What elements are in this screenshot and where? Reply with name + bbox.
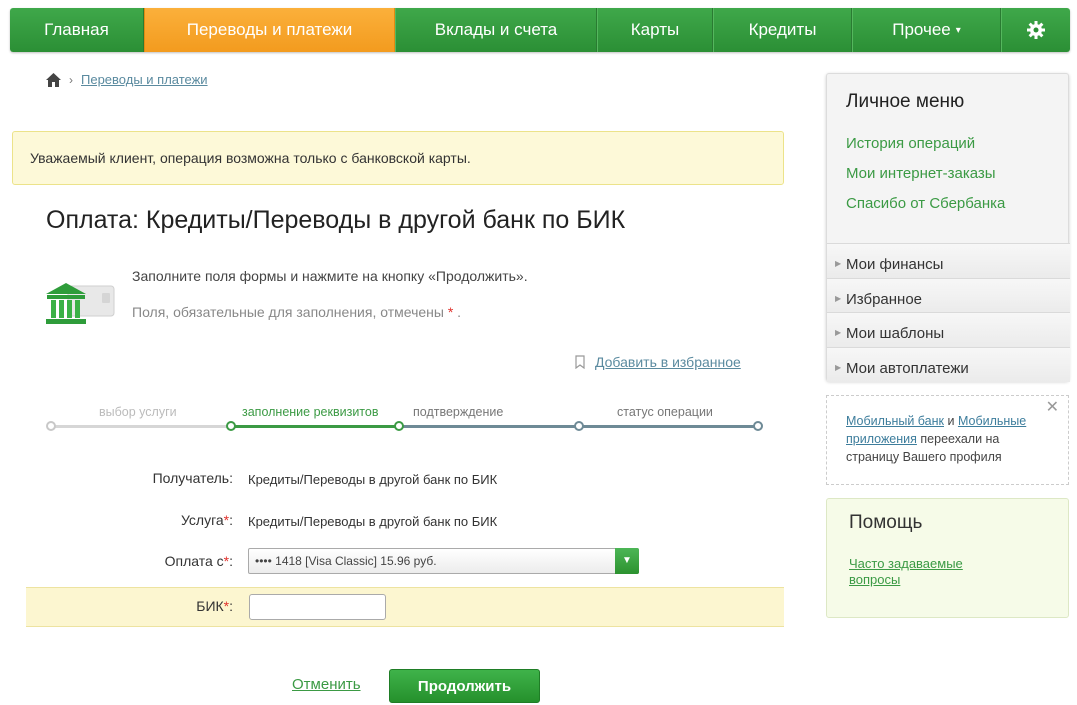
section-favorites[interactable]: ▶ Избранное: [827, 278, 1070, 313]
close-icon[interactable]: ✕: [1046, 399, 1059, 417]
chevron-down-icon: ▾: [955, 24, 961, 36]
pay-from-selected: •••• 1418 [Visa Classic] 15.96 руб.: [255, 554, 437, 568]
section-favorites-label: Избранное: [846, 291, 923, 308]
required-dot: .: [457, 304, 462, 320]
faq-link[interactable]: Часто задаваемые вопросы: [849, 556, 989, 588]
section-autopayments-label: Мои автоплатежи: [846, 360, 969, 377]
notice-banner: Уважаемый клиент, операция возможна толь…: [12, 131, 784, 185]
required-note: Поля, обязательные для заполнения, отмеч…: [132, 304, 461, 320]
step-3-label: подтверждение: [413, 405, 504, 419]
link-internet-orders[interactable]: Мои интернет-заказы: [846, 165, 996, 182]
personal-menu-title: Личное меню: [846, 91, 965, 112]
link-spasibo[interactable]: Спасибо от Сбербанка: [846, 195, 1005, 212]
triangle-right-icon: ▶: [835, 294, 842, 303]
nav-cards-label: Карты: [630, 20, 680, 39]
required-star: *: [447, 304, 454, 320]
service-label: Услуга*:: [180, 512, 233, 528]
recipient-label: Получатель:: [152, 470, 233, 486]
recipient-value: Кредиты/Переводы в другой банк по БИК: [248, 472, 498, 487]
mobile-bank-link[interactable]: Мобильный банк: [846, 414, 944, 428]
step-line-2: [231, 425, 399, 428]
bik-input[interactable]: [249, 594, 386, 620]
pay-from-select[interactable]: •••• 1418 [Visa Classic] 15.96 руб. ▼: [248, 548, 639, 574]
nav-home-label: Главная: [44, 20, 109, 39]
progress-steps: выбор услуги заполнение реквизитов подтв…: [46, 400, 764, 436]
add-favorite-link[interactable]: Добавить в избранное: [595, 354, 741, 370]
triangle-right-icon: ▶: [835, 259, 842, 268]
page-title: Оплата: Кредиты/Переводы в другой банк п…: [46, 206, 626, 234]
breadcrumb: › Переводы и платежи: [46, 72, 208, 87]
dropdown-arrow-icon[interactable]: ▼: [615, 548, 639, 574]
bookmark-icon: [575, 355, 585, 369]
breadcrumb-link-transfers[interactable]: Переводы и платежи: [81, 72, 208, 87]
required-note-text: Поля, обязательные для заполнения, отмеч…: [132, 304, 444, 320]
nav-other[interactable]: Прочее ▾: [852, 8, 1001, 52]
nav-cards[interactable]: Карты: [597, 8, 713, 52]
step-2-label: заполнение реквизитов: [242, 405, 379, 419]
nav-other-label: Прочее: [892, 20, 951, 39]
triangle-right-icon: ▶: [835, 328, 842, 337]
pay-from-label: Оплата с*:: [164, 553, 233, 569]
cancel-link[interactable]: Отменить: [292, 676, 361, 693]
nav-credits-label: Кредиты: [748, 20, 817, 39]
service-value: Кредиты/Переводы в другой банк по БИК: [248, 514, 498, 529]
step-dot-4: [574, 421, 584, 431]
nav-deposits[interactable]: Вклады и счета: [395, 8, 597, 52]
chevron-right-icon: ›: [69, 72, 73, 87]
help-box: Помощь Часто задаваемые вопросы: [826, 498, 1069, 618]
section-autopayments[interactable]: ▶ Мои автоплатежи: [827, 347, 1070, 382]
link-history[interactable]: История операций: [846, 135, 975, 152]
section-templates-label: Мои шаблоны: [846, 325, 945, 342]
section-templates[interactable]: ▶ Мои шаблоны: [827, 312, 1070, 347]
mobile-and: и: [947, 414, 955, 428]
step-line-4: [579, 425, 757, 428]
bik-label: БИК*:: [196, 598, 233, 614]
section-finances[interactable]: ▶ Мои финансы: [827, 243, 1070, 278]
nav-credits[interactable]: Кредиты: [713, 8, 852, 52]
notice-text: Уважаемый клиент, операция возможна толь…: [30, 150, 471, 166]
top-navigation: Главная Переводы и платежи Вклады и счет…: [10, 8, 1070, 52]
step-line-3: [399, 425, 579, 428]
home-icon[interactable]: [46, 72, 61, 87]
help-title: Помощь: [849, 512, 923, 533]
step-4-label: статус операции: [617, 405, 713, 419]
bank-icon: [46, 283, 115, 324]
continue-button[interactable]: Продолжить: [389, 669, 540, 703]
nav-transfers-label: Переводы и платежи: [186, 20, 353, 39]
gear-icon: [1027, 21, 1045, 39]
form-hint: Заполните поля формы и нажмите на кнопку…: [132, 268, 528, 284]
step-dot-3: [394, 421, 404, 431]
nav-deposits-label: Вклады и счета: [434, 20, 558, 39]
step-1-label: выбор услуги: [99, 405, 177, 419]
personal-menu: Личное меню История операций Мои интерне…: [826, 73, 1070, 382]
add-favorite: Добавить в избранное: [575, 354, 741, 370]
step-dot-5: [753, 421, 763, 431]
mobile-notice: ✕ Мобильный банк и Мобильные приложения …: [826, 395, 1069, 485]
section-finances-label: Мои финансы: [846, 256, 944, 273]
step-dot-2: [226, 421, 236, 431]
nav-home[interactable]: Главная: [10, 8, 144, 52]
triangle-right-icon: ▶: [835, 363, 842, 372]
settings-button[interactable]: [1001, 8, 1070, 52]
step-line-1: [51, 425, 231, 428]
step-dot-1: [46, 421, 56, 431]
nav-transfers[interactable]: Переводы и платежи: [144, 8, 395, 52]
